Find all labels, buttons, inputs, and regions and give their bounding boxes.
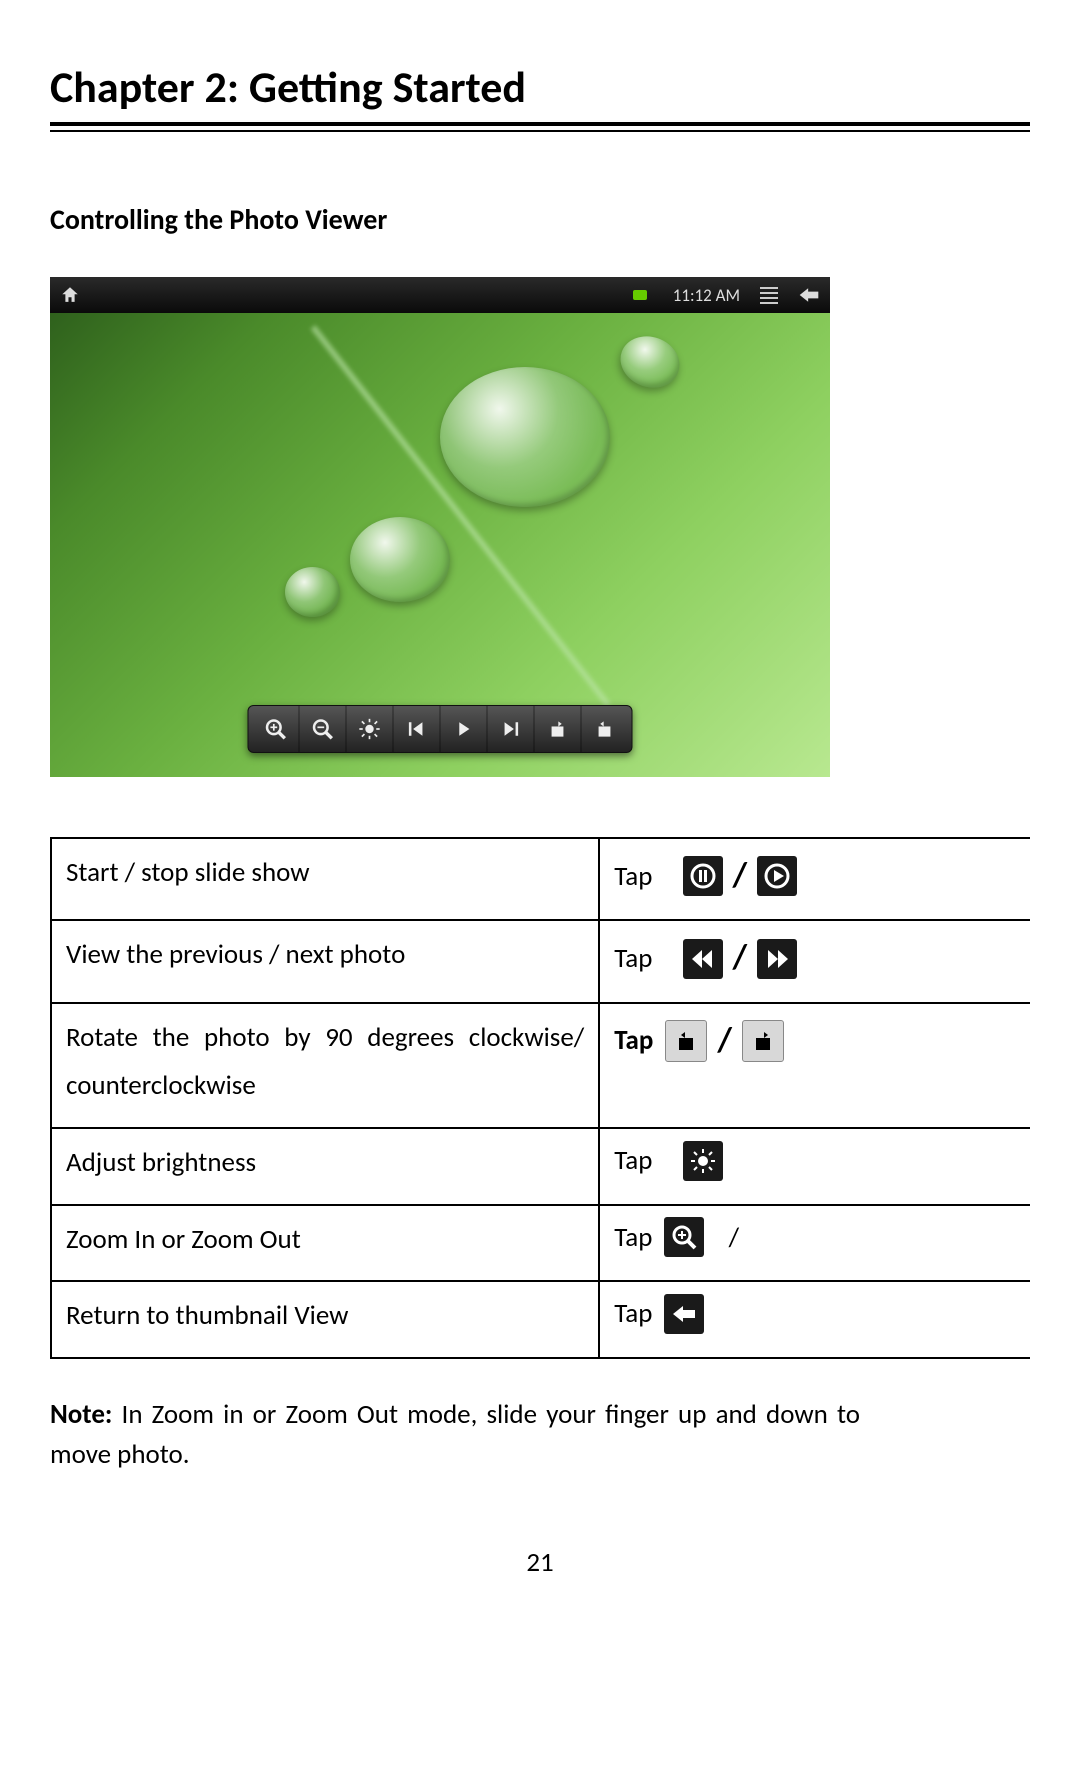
zoom-in-icon: [664, 1217, 704, 1257]
control-action: Tap /: [599, 838, 1030, 920]
control-desc: Rotate the photo by 90 degrees clockwise…: [51, 1003, 599, 1128]
control-desc: Return to thumbnail View: [51, 1281, 599, 1358]
pause-icon: [683, 856, 723, 896]
photo-toolbar: [248, 705, 633, 753]
control-action: Tap /: [599, 1205, 1030, 1282]
controls-table: Start / stop slide show Tap / View the p…: [50, 837, 1030, 1359]
back-icon: [664, 1294, 704, 1334]
control-action: Tap: [599, 1281, 1030, 1358]
zoom-out-icon: [300, 706, 347, 752]
page-number: 21: [50, 1546, 1030, 1579]
chapter-title: Chapter 2: Getting Started: [50, 60, 1030, 114]
control-action: Tap /: [599, 920, 1030, 1002]
control-desc: View the previous / next photo: [51, 920, 599, 1002]
rotate-ccw-icon: [535, 706, 582, 752]
play-icon: [757, 856, 797, 896]
table-row: Rotate the photo by 90 degrees clockwise…: [51, 1003, 1030, 1128]
control-desc: Adjust brightness: [51, 1128, 599, 1205]
brightness-icon: [683, 1141, 723, 1181]
table-row: View the previous / next photo Tap /: [51, 920, 1030, 1002]
back-icon: [798, 284, 820, 306]
play-icon: [441, 706, 488, 752]
zoom-in-icon: [253, 706, 300, 752]
rotate-ccw-icon: [742, 1020, 784, 1062]
next-icon: [757, 939, 797, 979]
next-icon: [488, 706, 535, 752]
brightness-icon: [347, 706, 394, 752]
note-paragraph: Note: In Zoom in or Zoom Out mode, slide…: [50, 1395, 860, 1476]
control-action: Tap /: [599, 1003, 1030, 1128]
control-desc: Start / stop slide show: [51, 838, 599, 920]
table-row: Zoom In or Zoom Out Tap /: [51, 1205, 1030, 1282]
table-row: Adjust brightness Tap: [51, 1128, 1030, 1205]
rotate-cw-icon: [665, 1020, 707, 1062]
previous-icon: [683, 939, 723, 979]
table-row: Start / stop slide show Tap /: [51, 838, 1030, 920]
battery-icon: [633, 290, 653, 300]
heading-rule: [50, 122, 1030, 132]
control-desc: Zoom In or Zoom Out: [51, 1205, 599, 1282]
note-label: Note:: [50, 1398, 112, 1431]
previous-icon: [394, 706, 441, 752]
status-time: 11:12 AM: [673, 285, 740, 306]
control-action: Tap: [599, 1128, 1030, 1205]
note-text: In Zoom in or Zoom Out mode, slide your …: [50, 1398, 860, 1472]
menu-icon: [760, 284, 778, 307]
table-row: Return to thumbnail View Tap: [51, 1281, 1030, 1358]
section-title: Controlling the Photo Viewer: [50, 202, 1030, 237]
rotate-cw-icon: [582, 706, 628, 752]
home-icon: [60, 285, 80, 305]
photo-viewer-screenshot: 11:12 AM: [50, 277, 830, 777]
status-bar: 11:12 AM: [50, 277, 830, 313]
